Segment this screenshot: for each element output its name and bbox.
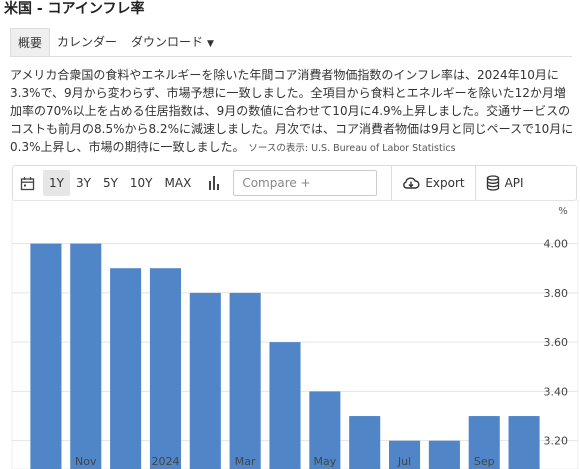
bar xyxy=(428,440,460,469)
page-title: 米国 - コアインフレ率 xyxy=(4,1,145,17)
bar xyxy=(149,268,182,469)
tab-calendar[interactable]: カレンダー xyxy=(50,28,124,56)
bar xyxy=(110,268,142,469)
tab-bar: 概要 カレンダー ダウンロード ▼ xyxy=(10,28,221,56)
calendar-icon[interactable] xyxy=(19,170,35,196)
bar xyxy=(269,342,301,469)
bar xyxy=(508,416,540,469)
range-1y-button[interactable]: 1Y xyxy=(43,170,70,196)
tab-overview[interactable]: 概要 xyxy=(10,28,51,56)
core-inflation-chart: 3.20 3.40 3.60 3.80 4.00 Nov 2024 Mar May Jul Sep… xyxy=(11,200,579,469)
x-tick-label: Jul xyxy=(397,455,411,468)
tab-divider xyxy=(10,56,572,57)
tab-overview-label: 概要 xyxy=(18,36,43,50)
api-label: API xyxy=(504,176,524,190)
download-cloud-icon xyxy=(403,177,420,189)
bar xyxy=(229,292,261,469)
range-5y-button[interactable]: 5Y xyxy=(97,170,124,196)
tab-calendar-label: カレンダー xyxy=(57,35,118,49)
range-10y-button[interactable]: 10Y xyxy=(124,170,159,196)
x-tick-label: Sep xyxy=(474,455,495,468)
x-tick-label: Nov xyxy=(75,455,97,468)
export-button[interactable]: Export xyxy=(392,176,474,190)
description-text: アメリカ合衆国の食料やエネルギーを除いた年間コア消費者物価指数のインフレ率は、2… xyxy=(10,66,576,158)
bar xyxy=(70,243,102,469)
tab-download-label: ダウンロード xyxy=(131,35,204,49)
y-tick-label: 3.20 xyxy=(544,435,569,448)
api-button[interactable]: API xyxy=(476,175,534,191)
export-label: Export xyxy=(425,176,465,190)
x-tick-label: 2024 xyxy=(151,455,179,468)
x-tick-label: Mar xyxy=(235,455,256,468)
description-body: アメリカ合衆国の食料やエネルギーを除いた年間コア消費者物価指数のインフレ率は、2… xyxy=(10,68,574,154)
x-tick-label: May xyxy=(313,455,336,468)
bar xyxy=(349,416,381,469)
y-tick-label: 3.40 xyxy=(544,385,569,398)
range-3y-button[interactable]: 3Y xyxy=(70,170,97,196)
range-max-button[interactable]: MAX xyxy=(159,170,198,196)
source-attribution: ソースの表示: U.S. Bureau of Labor Statistics xyxy=(248,143,456,154)
y-unit-label: % xyxy=(558,206,568,217)
bar xyxy=(189,292,221,469)
chart-toolbar: 1Y 3Y 5Y 10Y MAX Compare + Export API xyxy=(12,165,577,201)
database-icon xyxy=(486,175,499,191)
y-tick-label: 3.60 xyxy=(544,336,569,349)
compare-input[interactable]: Compare + xyxy=(233,170,378,196)
y-tick-label: 3.80 xyxy=(544,287,569,300)
tab-download[interactable]: ダウンロード ▼ xyxy=(124,28,221,56)
y-tick-label: 4.00 xyxy=(544,238,569,251)
bar-chart-icon[interactable] xyxy=(209,176,220,190)
bar xyxy=(30,243,62,469)
caret-down-icon: ▼ xyxy=(207,39,214,49)
